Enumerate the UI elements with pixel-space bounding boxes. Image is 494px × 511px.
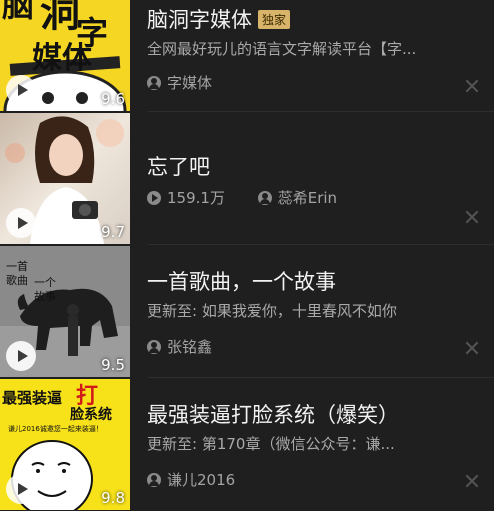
- album-cover[interactable]: 最强装逼 打 脸系统 谦儿2016诚邀您一起来装逼！ 9.8: [0, 379, 130, 510]
- divider: [148, 111, 494, 112]
- cover-text: 媒体: [32, 41, 93, 76]
- play-count: 159.1万: [167, 189, 225, 207]
- album-subtitle: 更新至: 第170章（微信公众号：谦...: [147, 435, 395, 453]
- cover-text: 脑: [2, 0, 34, 24]
- author-name: 字媒体: [167, 74, 213, 92]
- cover-text: 一个: [34, 276, 56, 289]
- album-cover[interactable]: 脑 洞 字 媒体 9.6: [0, 0, 130, 111]
- play-icon[interactable]: [6, 341, 36, 371]
- album-subtitle: 全网最好玩儿的语言文字解读平台【字...: [147, 40, 417, 58]
- rating: 9.8: [101, 489, 125, 507]
- list-item[interactable]: 9.7 忘了吧 159.1万 蕊希Erin: [0, 113, 494, 245]
- close-icon[interactable]: [464, 340, 480, 356]
- album-meta: 字媒体: [147, 72, 240, 93]
- play-icon[interactable]: [6, 474, 36, 504]
- cover-text: 谦儿2016诚邀您一起来装逼！: [8, 424, 103, 433]
- album-meta: 谦儿2016: [147, 469, 263, 490]
- list-item[interactable]: 一首 歌曲 一个 故事 9.5 一首歌曲，一个故事 更新至: 如果我爱你，十里春…: [0, 246, 494, 378]
- rating: 9.6: [101, 90, 125, 108]
- cover-text: 打: [76, 384, 98, 409]
- divider: [148, 244, 494, 245]
- play-count-icon: [147, 191, 161, 205]
- rating: 9.5: [101, 356, 125, 374]
- album-list: 脑 洞 字 媒体 9.6 脑洞字媒体 独家 全网最好玩儿的语言文字解读平台【字..…: [0, 0, 494, 511]
- album-title[interactable]: 一首歌曲，一个故事: [147, 266, 336, 296]
- play-icon[interactable]: [6, 208, 36, 238]
- album-title[interactable]: 最强装逼打脸系统（爆笑）: [147, 399, 399, 429]
- author-name: 张铭鑫: [167, 338, 213, 356]
- user-icon: [147, 340, 161, 354]
- rating: 9.7: [101, 223, 125, 241]
- play-icon[interactable]: [6, 75, 36, 105]
- close-icon[interactable]: [464, 78, 480, 94]
- album-cover[interactable]: 一首 歌曲 一个 故事 9.5: [0, 246, 130, 377]
- close-icon[interactable]: [464, 209, 480, 225]
- user-icon: [147, 76, 161, 90]
- cover-text: 洞: [40, 0, 80, 36]
- list-item[interactable]: 最强装逼 打 脸系统 谦儿2016诚邀您一起来装逼！ 9.8 最强装逼打脸系统（…: [0, 379, 494, 511]
- album-title[interactable]: 忘了吧: [147, 151, 210, 181]
- album-title-text: 脑洞字媒体: [147, 8, 252, 32]
- cover-text: 最强装逼: [2, 389, 62, 407]
- album-meta: 159.1万 蕊希Erin: [147, 187, 365, 208]
- album-cover[interactable]: 9.7: [0, 113, 130, 244]
- close-icon[interactable]: [464, 473, 480, 489]
- cover-text: 故事: [34, 289, 56, 303]
- cover-text: 歌曲: [6, 273, 28, 287]
- author-name: 谦儿2016: [167, 471, 236, 489]
- user-icon: [147, 473, 161, 487]
- album-subtitle: 更新至: 如果我爱你，十里春风不如你: [147, 302, 397, 320]
- cover-text: 脸系统: [70, 406, 112, 423]
- list-item[interactable]: 脑 洞 字 媒体 9.6 脑洞字媒体 独家 全网最好玩儿的语言文字解读平台【字..…: [0, 0, 494, 112]
- cover-text: 一首: [6, 259, 28, 273]
- album-title[interactable]: 脑洞字媒体 独家: [147, 4, 291, 34]
- user-icon: [257, 191, 272, 205]
- exclusive-badge: 独家: [258, 10, 291, 29]
- author-name: 蕊希Erin: [277, 189, 338, 207]
- album-meta: 张铭鑫: [147, 336, 240, 357]
- divider: [148, 377, 494, 378]
